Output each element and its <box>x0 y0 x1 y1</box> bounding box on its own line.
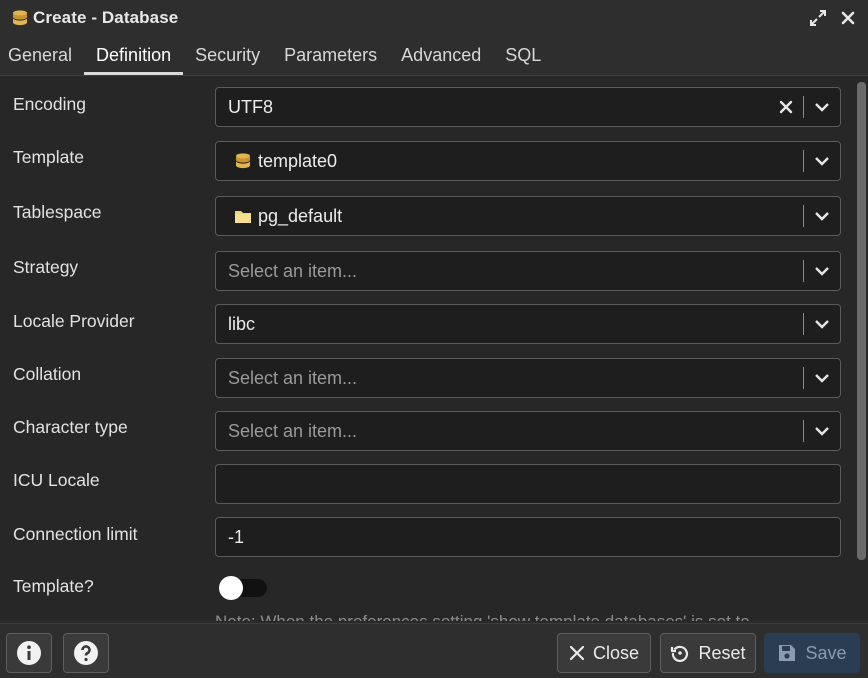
database-icon <box>11 9 29 27</box>
encoding-select[interactable]: UTF8 <box>215 87 841 127</box>
close-icon <box>569 645 585 661</box>
reset-icon <box>670 643 690 663</box>
strategy-placeholder: Select an item... <box>228 260 358 281</box>
help-button[interactable] <box>63 633 109 673</box>
dialog-title: Create - Database <box>33 8 179 27</box>
clear-icon[interactable] <box>769 88 803 126</box>
template-value-wrap: template0 <box>216 151 803 172</box>
tablespace-value: pg_default <box>258 205 343 226</box>
template-note: Note: When the preferences setting 'show… <box>215 612 750 621</box>
connection-limit-field[interactable] <box>215 517 841 557</box>
chevron-down-icon[interactable] <box>804 305 840 343</box>
folder-icon <box>234 207 252 225</box>
locale-provider-label: Locale Provider <box>13 311 135 331</box>
connection-limit-input[interactable] <box>216 518 840 556</box>
close-button-label: Close <box>592 642 640 663</box>
character-type-select[interactable]: Select an item... <box>215 411 841 451</box>
locale-provider-value: libc <box>228 313 256 334</box>
strategy-select[interactable]: Select an item... <box>215 251 841 291</box>
save-icon <box>777 643 797 663</box>
definition-panel: Encoding UTF8 Template template0 Tablesp… <box>0 77 868 621</box>
info-icon <box>16 640 42 666</box>
tab-general[interactable]: General <box>0 36 84 75</box>
chevron-down-icon[interactable] <box>804 142 840 180</box>
encoding-value: UTF8 <box>228 96 273 117</box>
chevron-down-icon[interactable] <box>804 359 840 397</box>
template-select[interactable]: template0 <box>215 141 841 181</box>
tab-parameters[interactable]: Parameters <box>272 36 389 75</box>
icu-locale-field[interactable] <box>215 464 841 504</box>
tablespace-select[interactable]: pg_default <box>215 196 841 236</box>
character-type-label: Character type <box>13 417 128 437</box>
chevron-down-icon[interactable] <box>804 412 840 450</box>
tab-security[interactable]: Security <box>183 36 272 75</box>
chevron-down-icon[interactable] <box>804 197 840 235</box>
reset-button-label: Reset <box>698 642 746 663</box>
encoding-label: Encoding <box>13 94 86 114</box>
reset-button[interactable]: Reset <box>660 633 756 673</box>
chevron-down-icon[interactable] <box>804 252 840 290</box>
database-icon <box>234 152 252 170</box>
save-button-label: Save <box>805 642 847 663</box>
is-template-label: Template? <box>13 576 94 596</box>
toggle-knob <box>219 576 243 600</box>
collation-placeholder: Select an item... <box>228 367 358 388</box>
collation-select[interactable]: Select an item... <box>215 358 841 398</box>
info-button[interactable] <box>6 633 52 673</box>
template-label: Template <box>13 147 85 167</box>
collation-label: Collation <box>13 364 82 384</box>
strategy-label: Strategy <box>13 257 79 277</box>
is-template-toggle[interactable] <box>219 576 267 600</box>
tablespace-value-wrap: pg_default <box>216 206 803 227</box>
tablespace-label: Tablespace <box>13 202 102 222</box>
close-icon[interactable] <box>838 8 858 28</box>
tab-advanced[interactable]: Advanced <box>389 36 493 75</box>
tab-definition[interactable]: Definition <box>84 36 184 75</box>
connection-limit-label: Connection limit <box>13 524 138 544</box>
scrollbar[interactable] <box>857 82 866 560</box>
icu-locale-label: ICU Locale <box>13 470 100 490</box>
dialog-footer: Close Reset Save <box>0 623 868 678</box>
character-type-placeholder: Select an item... <box>228 420 358 441</box>
save-button[interactable]: Save <box>764 633 860 673</box>
close-button[interactable]: Close <box>557 633 651 673</box>
tab-sql[interactable]: SQL <box>493 36 553 75</box>
locale-provider-select[interactable]: libc <box>215 304 841 344</box>
title-bar: Create - Database <box>0 0 868 36</box>
template-value: template0 <box>258 150 338 171</box>
tab-bar: General Definition Security Parameters A… <box>0 36 868 76</box>
help-icon <box>73 640 99 666</box>
expand-icon[interactable] <box>808 8 828 28</box>
icu-locale-input[interactable] <box>216 465 840 503</box>
chevron-down-icon[interactable] <box>804 88 840 126</box>
